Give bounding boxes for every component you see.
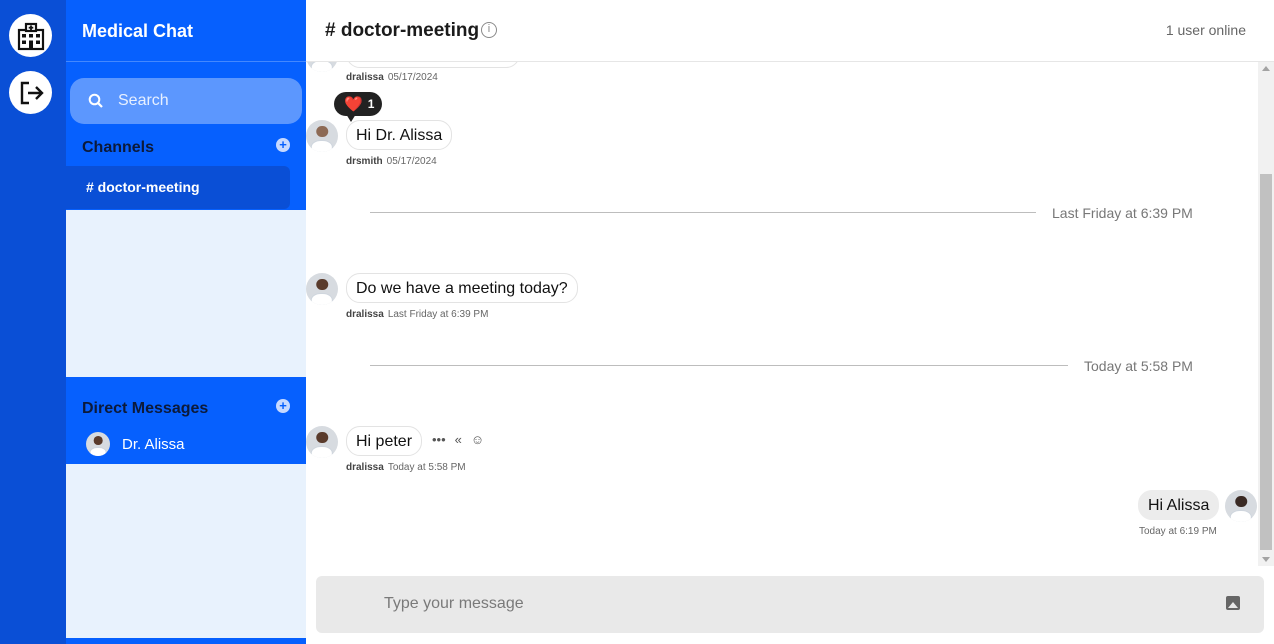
own-avatar — [1225, 490, 1257, 522]
add-direct-message-button[interactable]: + — [276, 399, 290, 413]
reply-all-icon[interactable]: « — [455, 433, 462, 447]
message-avatar — [306, 273, 338, 305]
search-box[interactable] — [70, 78, 302, 124]
message-bubble: Do we have a meeting today? — [346, 273, 578, 303]
message-author: drsmith — [346, 156, 383, 167]
sidebar: Medical Chat Channels + # doctor-meeting… — [66, 0, 306, 644]
logout-button[interactable] — [9, 71, 52, 114]
date-divider-label: Last Friday at 6:39 PM — [1052, 205, 1193, 221]
chat-header: # doctor-meeting i 1 user online — [306, 0, 1274, 62]
online-status: 1 user online — [1165, 22, 1246, 38]
more-options-icon[interactable]: ••• — [432, 433, 446, 447]
message-time: 05/17/2024 — [386, 156, 437, 167]
sidebar-bottom-bar — [66, 638, 306, 644]
message-avatar — [306, 62, 338, 72]
message-author: dralissa — [346, 462, 384, 473]
direct-messages-heading: Direct Messages — [82, 400, 209, 417]
hospital-home-button[interactable] — [9, 14, 52, 57]
date-divider-line — [370, 365, 1068, 366]
add-channel-button[interactable]: + — [276, 138, 290, 152]
avatar — [86, 432, 110, 456]
message-bubble: Hi Dr. Alissa — [346, 120, 453, 150]
scrollbar[interactable] — [1258, 62, 1274, 566]
icon-rail — [0, 0, 66, 644]
search-input[interactable] — [118, 92, 288, 110]
message-author: dralissa — [346, 72, 384, 83]
message-avatar — [306, 426, 338, 458]
message-input[interactable] — [384, 592, 1164, 616]
channel-item-doctor-meeting[interactable]: # doctor-meeting — [66, 166, 290, 209]
message-time: Today at 5:58 PM — [387, 462, 466, 473]
dm-item-label: Dr. Alissa — [122, 435, 185, 453]
message-bubble-cut — [346, 62, 520, 68]
app-title: Medical Chat — [82, 21, 194, 41]
dm-item-dr-alissa[interactable]: Dr. Alissa — [86, 432, 185, 456]
logout-icon — [20, 81, 44, 104]
app-root: Medical Chat Channels + # doctor-meeting… — [0, 0, 1274, 644]
message-list[interactable]: dralissa 05/17/2024 ❤️ 1 Hi Dr. Alissa dr… — [306, 62, 1274, 566]
scrollbar-thumb[interactable] — [1260, 174, 1272, 550]
message-meta: drsmith 05/17/2024 — [346, 156, 437, 167]
hospital-icon — [17, 22, 44, 50]
info-icon[interactable]: i — [481, 22, 497, 38]
heart-emoji-icon: ❤️ — [344, 96, 363, 113]
own-message-bubble: Hi Alissa — [1138, 490, 1220, 520]
own-message-time: Today at 6:19 PM — [1139, 526, 1217, 537]
scroll-down-icon[interactable] — [1262, 557, 1270, 562]
add-reaction-icon[interactable]: ☺ — [471, 433, 484, 447]
reaction-badge[interactable]: ❤️ 1 — [334, 92, 383, 116]
reaction-count: 1 — [367, 97, 375, 111]
search-icon — [88, 93, 103, 108]
message-actions: ••• « ☺ — [432, 433, 484, 447]
direct-messages-block: Direct Messages + Dr. Alissa — [66, 377, 306, 464]
message-time: Last Friday at 6:39 PM — [387, 309, 489, 320]
message-bubble: Hi peter — [346, 426, 423, 456]
scroll-up-icon[interactable] — [1262, 66, 1270, 71]
message-composer — [316, 576, 1264, 633]
sidebar-header-block: Medical Chat Channels + # doctor-meeting — [66, 0, 306, 210]
chat-main: # doctor-meeting i 1 user online draliss… — [306, 0, 1274, 644]
message-time: 05/17/2024 — [387, 72, 438, 83]
channels-heading: Channels — [82, 139, 155, 156]
message-author: dralissa — [346, 309, 384, 320]
message-meta: dralissa Last Friday at 6:39 PM — [346, 309, 488, 320]
date-divider-label: Today at 5:58 PM — [1084, 358, 1193, 374]
message-avatar — [306, 120, 338, 152]
image-icon[interactable] — [1226, 596, 1240, 610]
channel-title: # doctor-meeting — [325, 20, 480, 41]
message-meta: dralissa Today at 5:58 PM — [346, 462, 466, 473]
sidebar-divider — [66, 61, 306, 62]
date-divider-line — [370, 212, 1036, 213]
message-meta: dralissa 05/17/2024 — [346, 72, 438, 83]
